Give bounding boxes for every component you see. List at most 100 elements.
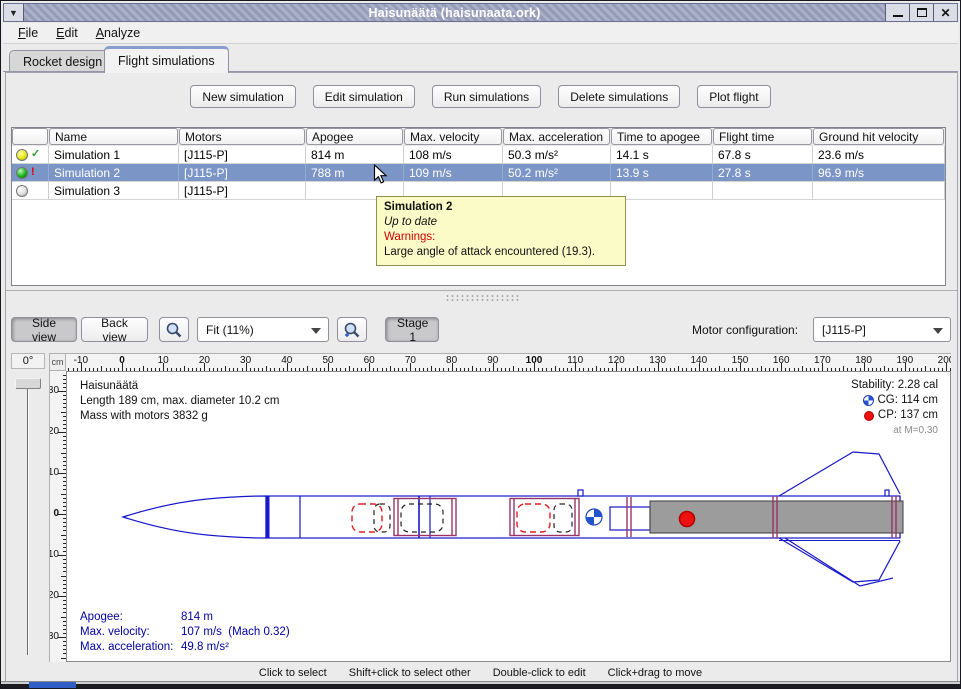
hint-click-to-select: Click to select [259, 667, 327, 679]
simulation-buttons-row: New simulation Edit simulation Run simulat… [1, 85, 960, 108]
ruler-label: 150 [727, 355, 753, 366]
delete-simulations-button[interactable]: Delete simulations [558, 85, 680, 108]
back-view-button[interactable]: Back view [81, 317, 148, 342]
ruler-label: 100 [521, 355, 547, 366]
minimize-icon [893, 15, 903, 17]
cg-symbol [586, 509, 602, 525]
zoom-out-button[interactable] [159, 317, 189, 342]
maximize-button[interactable] [909, 4, 933, 21]
table-cell[interactable] [813, 182, 945, 199]
tab-rocket-design[interactable]: Rocket design [9, 50, 116, 73]
edit-simulation-button[interactable]: Edit simulation [313, 85, 415, 108]
table-cell[interactable] [611, 182, 713, 199]
window-title: Haisunäätä (haisunaata.ork) [24, 6, 885, 20]
close-button[interactable]: ✕ [933, 4, 957, 21]
table-cell[interactable]: 14.1 s [611, 146, 713, 163]
ruler-label: 140 [686, 355, 712, 366]
run-simulations-button[interactable]: Run simulations [432, 85, 541, 108]
max-acceleration-label: Max. acceleration: [80, 640, 181, 655]
status-bar: Click to select Shift+click to select oth… [1, 664, 960, 682]
minimize-button[interactable] [885, 4, 909, 21]
table-cell[interactable]: 67.8 s [713, 146, 813, 163]
table-cell[interactable]: [J115-P] [179, 146, 306, 163]
menu-file[interactable]: File [9, 24, 47, 42]
table-header: NameMotorsApogeeMax. velocityMax. accele… [12, 128, 945, 146]
ruler-label: 30 [233, 355, 259, 366]
rotation-slider[interactable] [27, 389, 29, 655]
column-header-time-to-apogee[interactable]: Time to apogee [611, 128, 712, 145]
menu-edit[interactable]: Edit [47, 24, 87, 42]
table-cell[interactable]: 109 m/s [404, 164, 503, 181]
close-icon: ✕ [940, 6, 950, 20]
magnifier-icon [165, 321, 183, 339]
resize-accent [29, 682, 76, 688]
column-header-motors[interactable]: Motors [179, 128, 305, 145]
hint-shift-click-to-select-other: Shift+click to select other [349, 667, 471, 679]
ruler-label: 0 [109, 355, 135, 366]
mouse-cursor [373, 164, 389, 186]
table-cell[interactable]: 108 m/s [404, 146, 503, 163]
column-header-apogee[interactable]: Apogee [306, 128, 403, 145]
table-cell[interactable]: Simulation 1 [49, 146, 179, 163]
table-cell[interactable]: [J115-P] [179, 182, 306, 199]
inner-tube [610, 507, 650, 530]
zoom-in-button[interactable] [337, 317, 367, 342]
chevron-down-icon [933, 328, 943, 334]
tooltip-warning-text: Large angle of attack encountered (19.3)… [384, 245, 618, 260]
vertical-ruler: -30-20-100102030 [49, 371, 66, 662]
column-header-max-velocity[interactable]: Max. velocity [404, 128, 502, 145]
flight-data-summary: Apogee:814 m Max. velocity:107 m/s (Mach… [80, 610, 290, 655]
column-header-status[interactable] [12, 128, 48, 145]
table-cell[interactable]: 50.2 m/s² [503, 164, 611, 181]
rotation-angle-value: 0° [11, 353, 45, 369]
side-view-button[interactable]: Side view [11, 317, 77, 342]
window-menu-icon[interactable]: ▼ [4, 4, 24, 21]
table-cell[interactable]: 50.3 m/s² [503, 146, 611, 163]
ruler-label: -30 [49, 385, 59, 396]
stage-1-toggle[interactable]: Stage 1 [385, 317, 439, 342]
table-cell[interactable]: Simulation 2 [49, 164, 179, 181]
status-ball-green-icon [16, 167, 28, 179]
window-bottom-frame [1, 681, 960, 688]
zoom-select[interactable]: Fit (11%) [197, 317, 329, 342]
rotation-slider-handle[interactable] [15, 378, 41, 389]
menu-analyze[interactable]: Analyze [87, 24, 149, 42]
table-row[interactable]: !Simulation 2[J115-P]788 m109 m/s50.2 m/… [12, 164, 945, 182]
ruler-label: 10 [150, 355, 176, 366]
max-acceleration-value: 49.8 m/s² [181, 640, 229, 655]
table-cell[interactable]: 814 m [306, 146, 404, 163]
table-cell[interactable]: 13.9 s [611, 164, 713, 181]
table-cell[interactable]: 27.8 s [713, 164, 813, 181]
ruler-label: 90 [480, 355, 506, 366]
nose-cone [123, 496, 266, 538]
table-cell[interactable] [713, 182, 813, 199]
table-cell[interactable]: 23.6 m/s [813, 146, 945, 163]
column-header-max-acceleration[interactable]: Max. acceleration [503, 128, 610, 145]
column-header-name[interactable]: Name [49, 128, 178, 145]
rocket-view-canvas[interactable]: Haisunäätä Length 189 cm, max. diameter … [66, 371, 951, 662]
ruler-label: 120 [603, 355, 629, 366]
table-cell[interactable]: Simulation 3 [49, 182, 179, 199]
plot-flight-button[interactable]: Plot flight [697, 85, 770, 108]
table-row[interactable]: ✓Simulation 1[J115-P]814 m108 m/s50.3 m/… [12, 146, 945, 164]
ruler-label: 110 [562, 355, 588, 366]
column-header-ground-hit-velocity[interactable]: Ground hit velocity [813, 128, 944, 145]
status-ball-gray-icon [16, 185, 28, 197]
apogee-value: 814 m [181, 610, 213, 625]
status-cell: ! [12, 164, 49, 181]
table-cell[interactable]: 788 m [306, 164, 404, 181]
ruler-label: 180 [851, 355, 877, 366]
ruler-label: 130 [645, 355, 671, 366]
motor-configuration-select[interactable]: [J115-P] [813, 317, 951, 342]
title-bar[interactable]: ▼ Haisunäätä (haisunaata.ork) ✕ [3, 3, 958, 22]
new-simulation-button[interactable]: New simulation [190, 85, 295, 108]
split-pane-divider[interactable] [6, 290, 957, 303]
column-header-flight-time[interactable]: Flight time [713, 128, 812, 145]
launch-lug [885, 490, 889, 496]
ruler-label: 70 [397, 355, 423, 366]
ruler-label: 30 [49, 631, 59, 642]
table-cell[interactable]: 96.9 m/s [813, 164, 945, 181]
table-cell[interactable]: [J115-P] [179, 164, 306, 181]
tab-flight-simulations[interactable]: Flight simulations [104, 46, 229, 73]
magnifier-plus-icon [343, 321, 361, 339]
